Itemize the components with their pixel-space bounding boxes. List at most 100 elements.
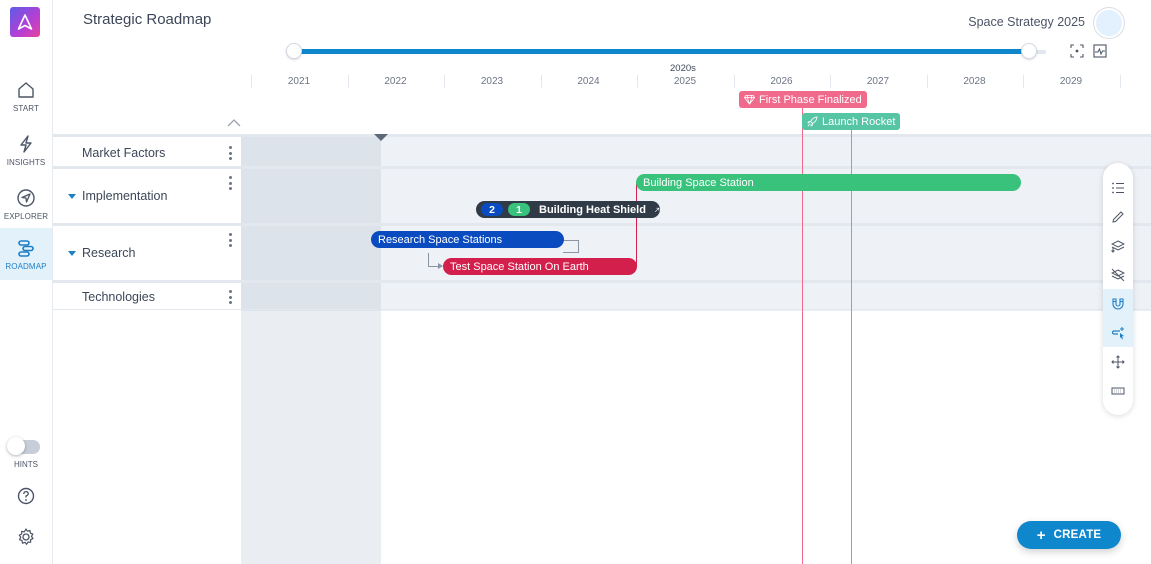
chart-view-button[interactable] bbox=[1093, 44, 1107, 58]
plus-icon: + bbox=[1036, 526, 1046, 544]
nav-insights-label: INSIGHTS bbox=[6, 157, 46, 167]
nav-roadmap-label: ROADMAP bbox=[5, 261, 47, 271]
create-label: CREATE bbox=[1053, 529, 1102, 541]
lane-divider bbox=[53, 309, 1151, 310]
lane-menu-button[interactable] bbox=[228, 146, 232, 160]
toolbar-hide-layers-button[interactable] bbox=[1103, 260, 1133, 289]
dependency-connector bbox=[636, 183, 637, 267]
settings-button[interactable] bbox=[16, 527, 36, 547]
home-icon bbox=[18, 81, 34, 98]
help-icon bbox=[17, 487, 35, 505]
past-period-shade bbox=[241, 134, 381, 564]
year-label: 2024 bbox=[577, 76, 600, 87]
lane-technologies[interactable]: Technologies bbox=[53, 283, 241, 309]
pencil-icon bbox=[1112, 210, 1124, 223]
open-external-icon[interactable] bbox=[654, 205, 660, 215]
lane-name: Market Factors bbox=[82, 146, 166, 160]
hints-label: HINTS bbox=[14, 460, 38, 469]
range-slider-fill bbox=[294, 49, 1029, 54]
year-label: 2022 bbox=[384, 76, 407, 87]
toolbar-move-button[interactable] bbox=[1103, 347, 1133, 376]
hints-toggle-knob bbox=[7, 437, 25, 455]
milestone-launch-rocket[interactable]: Launch Rocket bbox=[802, 113, 901, 130]
lane-menu-button[interactable] bbox=[228, 233, 232, 247]
project-name[interactable]: Space Strategy 2025 bbox=[968, 15, 1085, 29]
hints-toggle[interactable] bbox=[7, 437, 40, 455]
left-nav: START INSIGHTS EXPLORER ROADMAP HINTS bbox=[0, 0, 53, 564]
keyboard-icon bbox=[1111, 387, 1125, 394]
toolbar-link-button[interactable] bbox=[1103, 318, 1133, 347]
year-label: 2028 bbox=[963, 76, 986, 87]
layers-off-icon bbox=[1111, 268, 1125, 281]
badge-count-green: 1 bbox=[508, 203, 530, 216]
link-cursor-icon bbox=[1111, 326, 1124, 339]
toolbar-snap-button[interactable] bbox=[1103, 289, 1133, 318]
milestone-line-launch-rocket bbox=[851, 129, 852, 564]
lane-research[interactable]: Research bbox=[53, 226, 241, 280]
bar-building-space-station[interactable]: Building Space Station bbox=[636, 174, 1021, 191]
nav-explorer-label: EXPLORER bbox=[3, 211, 49, 221]
range-slider-start-handle[interactable] bbox=[286, 43, 302, 59]
toolbar-list-button[interactable] bbox=[1103, 173, 1133, 202]
lightning-icon bbox=[20, 134, 32, 153]
diamond-icon bbox=[744, 94, 755, 105]
milestone-label: Launch Rocket bbox=[822, 115, 896, 128]
bar-label: Research Space Stations bbox=[378, 233, 503, 246]
lane-menu-button[interactable] bbox=[228, 290, 232, 304]
bar-test-space-station-on-earth[interactable]: Test Space Station On Earth bbox=[443, 258, 637, 275]
toolbar-keyboard-button[interactable] bbox=[1103, 376, 1133, 405]
nav-explorer[interactable]: EXPLORER bbox=[0, 178, 52, 230]
magnet-icon bbox=[1112, 297, 1124, 309]
lane-name: Implementation bbox=[82, 189, 168, 203]
bar-label: Test Space Station On Earth bbox=[450, 260, 589, 273]
year-label: 2025 bbox=[673, 76, 697, 87]
move-icon bbox=[1111, 354, 1125, 369]
bar-building-heat-shield[interactable]: 2 1 Building Heat Shield bbox=[476, 201, 660, 218]
nav-roadmap[interactable]: ROADMAP bbox=[0, 228, 52, 280]
nav-insights[interactable]: INSIGHTS bbox=[0, 124, 52, 176]
help-button[interactable] bbox=[16, 486, 36, 506]
fit-view-button[interactable] bbox=[1070, 44, 1084, 58]
nav-start-label: START bbox=[13, 103, 39, 113]
rocket-icon bbox=[807, 116, 818, 127]
avatar[interactable] bbox=[1094, 8, 1124, 38]
compass-icon bbox=[17, 188, 35, 207]
create-button[interactable]: + CREATE bbox=[1017, 521, 1121, 549]
lane-implementation[interactable]: Implementation bbox=[53, 169, 241, 223]
dependency-connector bbox=[563, 240, 579, 253]
badge-count-blue: 2 bbox=[481, 203, 503, 216]
gear-icon bbox=[18, 528, 34, 545]
milestone-first-phase-finalized[interactable]: First Phase Finalized bbox=[739, 91, 867, 108]
dependency-connector bbox=[428, 253, 429, 267]
lane-name: Research bbox=[82, 246, 136, 260]
toolbar-edit-button[interactable] bbox=[1103, 202, 1133, 231]
caret-down-icon[interactable] bbox=[68, 251, 76, 256]
chart-icon bbox=[1093, 44, 1107, 58]
today-marker[interactable] bbox=[374, 134, 388, 141]
lane-market-factors[interactable]: Market Factors bbox=[53, 137, 241, 166]
collapse-toggle[interactable] bbox=[226, 116, 242, 128]
year-label: 2023 bbox=[480, 76, 504, 87]
year-label: 2021 bbox=[287, 76, 311, 87]
year-label: 2027 bbox=[866, 76, 890, 87]
layers-down-icon bbox=[1111, 239, 1125, 253]
toolbar-layers-button[interactable] bbox=[1103, 231, 1133, 260]
bar-research-space-stations[interactable]: Research Space Stations bbox=[371, 231, 564, 248]
page-title: Strategic Roadmap bbox=[83, 11, 212, 28]
chevron-up-icon bbox=[227, 119, 241, 127]
year-tick bbox=[1119, 75, 1121, 88]
app-root: START INSIGHTS EXPLORER ROADMAP HINTS St… bbox=[0, 0, 1151, 564]
focus-icon bbox=[1070, 44, 1084, 58]
logo-icon bbox=[17, 14, 33, 30]
milestone-label: First Phase Finalized bbox=[759, 93, 862, 106]
year-label: 2029 bbox=[1059, 76, 1083, 87]
nav-start[interactable]: START bbox=[0, 70, 52, 122]
app-logo[interactable] bbox=[10, 7, 40, 37]
range-slider-end-handle[interactable] bbox=[1021, 43, 1037, 59]
caret-down-icon[interactable] bbox=[68, 194, 76, 199]
decade-label: 2020s bbox=[670, 63, 696, 74]
lane-menu-button[interactable] bbox=[228, 176, 232, 190]
roadmap-icon bbox=[18, 239, 34, 257]
roadmap-toolbar bbox=[1103, 163, 1133, 415]
year-label: 2026 bbox=[770, 76, 793, 87]
